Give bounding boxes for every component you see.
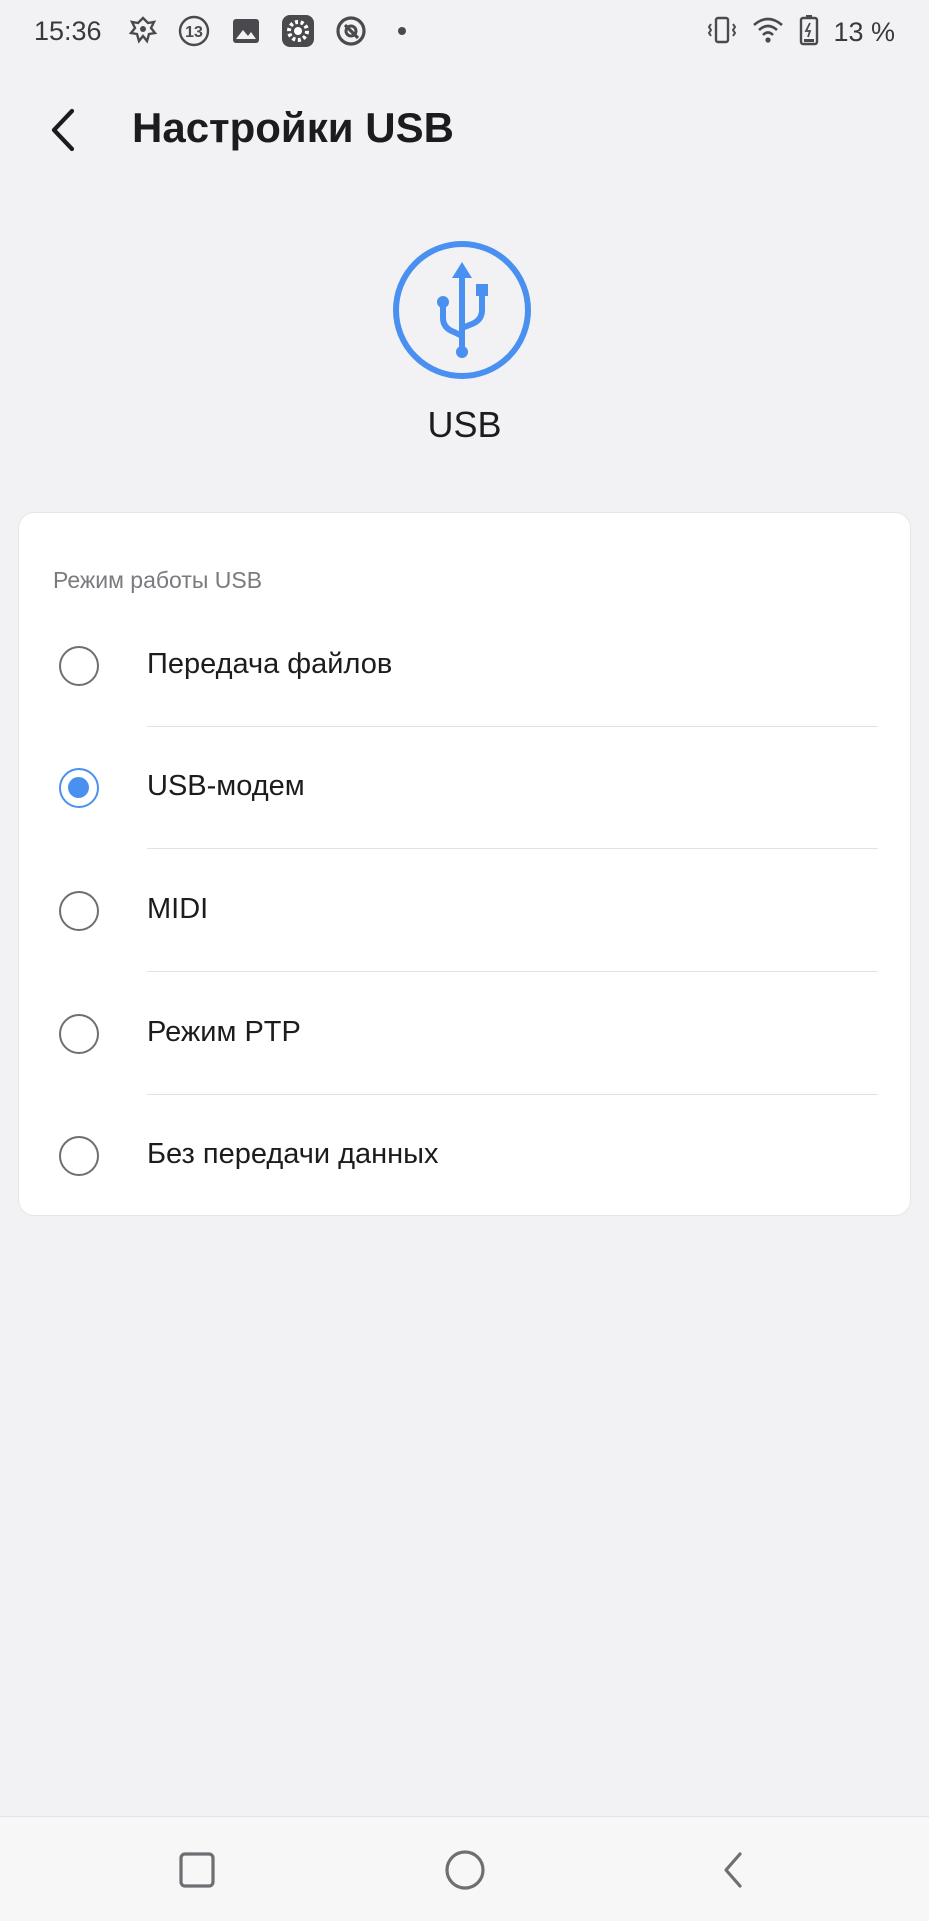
battery-percent: 13 % <box>833 16 895 47</box>
home-button[interactable] <box>438 1843 492 1897</box>
nav-back-button[interactable] <box>706 1843 760 1897</box>
gallery-icon <box>229 14 263 48</box>
navigation-bar <box>0 1816 929 1921</box>
option-midi[interactable]: MIDI <box>19 850 912 972</box>
recents-square-icon <box>179 1852 215 1888</box>
radio-button-selected[interactable] <box>59 768 99 808</box>
vibrate-icon <box>705 13 739 52</box>
radio-button[interactable] <box>59 891 99 931</box>
wifi-icon <box>751 13 785 52</box>
option-label: Без передачи данных <box>147 1138 439 1170</box>
badge-13-icon: 13 <box>177 14 211 48</box>
status-bar: 15:36 13 13 % <box>0 0 929 66</box>
section-title: Режим работы USB <box>53 567 263 593</box>
sync-icon <box>334 14 368 48</box>
battery-icon <box>797 13 821 52</box>
settings-icon <box>281 14 315 48</box>
option-file-transfer[interactable]: Передача файлов <box>19 605 912 727</box>
badge-number: 13 <box>185 24 203 41</box>
usb-mode-card: Режим работы USB Передача файлов USB-мод… <box>18 512 911 1216</box>
option-label: USB-модем <box>147 770 305 802</box>
recents-button[interactable] <box>170 1843 224 1897</box>
dot-icon <box>394 14 428 48</box>
home-circle-icon <box>445 1850 485 1890</box>
radio-button[interactable] <box>59 1136 99 1176</box>
usb-label: USB <box>427 404 502 445</box>
option-label: Передача файлов <box>147 648 393 680</box>
page-title: Настройки USB <box>132 104 454 151</box>
back-arrow-icon <box>51 108 75 152</box>
option-usb-modem[interactable]: USB-модем <box>19 727 912 849</box>
usb-icon <box>392 240 532 380</box>
option-ptp[interactable]: Режим PTP <box>19 973 912 1095</box>
radio-button[interactable] <box>59 646 99 686</box>
back-button[interactable] <box>36 100 90 160</box>
divider <box>147 971 878 972</box>
app-header: Настройки USB <box>0 90 929 170</box>
app-icon <box>126 14 160 48</box>
status-right-group: 13 % <box>705 14 895 50</box>
back-triangle-icon <box>724 1852 742 1888</box>
divider <box>147 848 878 849</box>
radio-button[interactable] <box>59 1014 99 1054</box>
option-no-data[interactable]: Без передачи данных <box>19 1095 912 1217</box>
status-time: 15:36 <box>34 16 102 46</box>
option-label: MIDI <box>147 893 209 925</box>
option-label: Режим PTP <box>147 1016 301 1048</box>
